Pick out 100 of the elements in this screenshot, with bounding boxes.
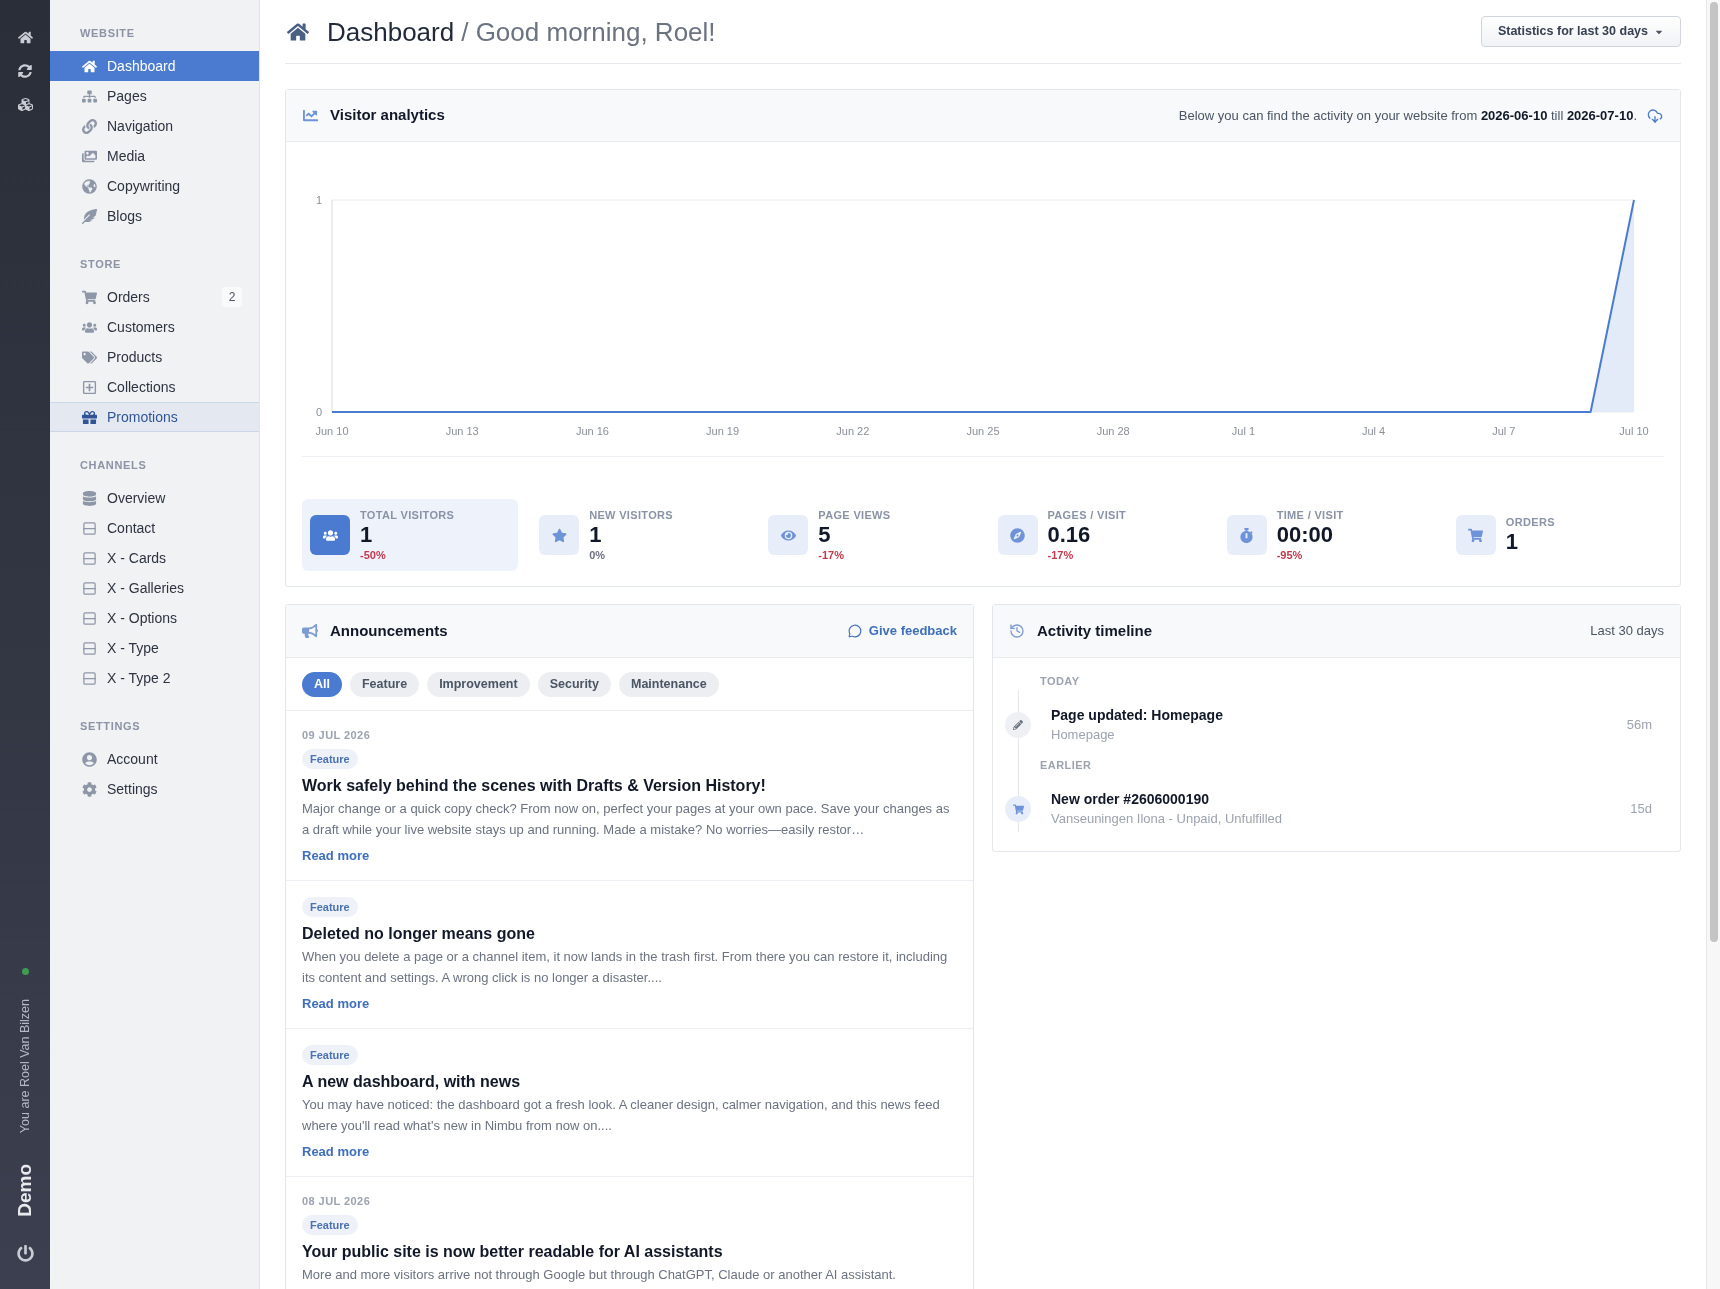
cart-icon (1455, 515, 1496, 555)
category-tag: Feature (302, 1215, 358, 1235)
sidebar-item[interactable]: X - Galleries (50, 573, 259, 603)
post-title: Deleted no longer means gone (302, 924, 536, 944)
section-heading: WEBSITE (79, 26, 136, 41)
activity-title: Page updated: Homepage (1051, 706, 1223, 725)
images-icon (82, 148, 97, 164)
greeting-text: / Good morning, Roel! (461, 15, 716, 48)
sidebar-item[interactable]: X - Cards (50, 543, 259, 573)
filter-chip[interactable]: Maintenance (619, 671, 719, 697)
panel-icon (82, 550, 97, 566)
feather-icon (82, 208, 97, 224)
x-axis-label: Jul 7 (1492, 425, 1516, 437)
sidebar-item[interactable]: Collections (50, 372, 259, 402)
x-axis-label: Jun 25 (966, 425, 1000, 437)
range-text: Last 30 days (1590, 622, 1664, 641)
sidebar-item[interactable]: Settings (50, 774, 259, 804)
stat-change: -17% (1047, 548, 1075, 562)
line-chart-icon (303, 108, 318, 123)
megaphone-icon (302, 623, 318, 639)
post-date: 08 JUL 2026 (302, 1194, 372, 1209)
group-heading: EARLIER (1039, 758, 1093, 773)
activity-detail: Homepage (1051, 726, 1116, 744)
panel-icon (82, 610, 97, 626)
download-icon[interactable] (1647, 107, 1663, 124)
settings-icon (82, 781, 97, 797)
range-dropdown-button[interactable]: Statistics for last 30 days (1480, 16, 1681, 47)
stat-value: 1 (589, 522, 603, 548)
stat-label: ORDERS (1505, 515, 1555, 529)
filter-chip[interactable]: Improvement (427, 671, 530, 697)
feedback-link[interactable]: Give feedback (847, 621, 957, 641)
section-heading: STORE (79, 257, 122, 272)
sidebar-item[interactable]: Products (50, 342, 259, 372)
panel-icon (82, 520, 97, 536)
post-body: You may have noticed: the dashboard got a fresh look. A cleaner design, calmer navigation, and this news feed where you'll read what's new in Nimbu from now on.... (302, 1096, 941, 1135)
sidebar-item[interactable]: X - Type (50, 633, 259, 663)
sitemap-icon (82, 88, 97, 104)
read-more-link[interactable]: Read more (302, 994, 370, 1014)
sidebar-item[interactable]: Pages (50, 81, 259, 111)
stat-change: -50% (360, 548, 387, 562)
page-title: Dashboard (327, 15, 455, 48)
count-badge: 2 (222, 287, 242, 307)
stat-label: TOTAL VISITORS (360, 508, 455, 522)
section-heading: SETTINGS (79, 719, 142, 734)
sidebar-item[interactable]: Blogs (50, 201, 259, 231)
card-title: Announcements (330, 620, 448, 641)
stat-label: PAGE VIEWS (818, 508, 891, 522)
panel-icon (82, 580, 97, 596)
stat-label: NEW VISITORS (589, 508, 673, 522)
link-icon (82, 118, 97, 134)
cart-icon (82, 289, 97, 305)
stat-label: TIME / VISIT (1276, 508, 1344, 522)
post-body: When you delete a page or a channel item, it now lands in the trash first. From there you can restore it, including its content and settings. A wrong click is no longer a disaster.... (302, 948, 949, 987)
post-title: A new dashboard, with news (302, 1072, 522, 1092)
read-more-link[interactable]: Read more (302, 1142, 370, 1162)
sidebar-item[interactable]: Overview (50, 483, 259, 513)
panel-icon (82, 670, 97, 686)
sidebar-item[interactable]: Navigation (50, 111, 259, 141)
read-more-link[interactable]: Read more (302, 846, 370, 866)
stat-value: 1 (360, 522, 374, 548)
stat-value: 1 (1505, 529, 1520, 555)
sidebar-item[interactable]: Customers (50, 312, 259, 342)
panel-icon (82, 640, 97, 656)
home-icon[interactable] (17, 30, 33, 45)
eye-icon (768, 515, 809, 555)
sidebar-item[interactable]: Orders 2 (50, 282, 259, 312)
sidebar-item[interactable]: X - Type 2 (50, 663, 259, 693)
card-title: Visitor analytics (330, 105, 445, 126)
sidebar-item[interactable]: Media (50, 141, 259, 171)
sidebar-item[interactable]: Promotions (50, 402, 259, 432)
stat-change: -17% (818, 548, 845, 562)
date-range-note: Below you can find the activity on your website from 2026-06-10 till 2026-07-10. (1178, 106, 1637, 125)
sidebar-item[interactable]: Copywriting (50, 171, 259, 201)
sidebar-item[interactable]: X - Options (50, 603, 259, 633)
cubes-icon[interactable] (17, 97, 33, 112)
filter-chip[interactable]: All (302, 671, 342, 697)
sidebar-item[interactable]: Dashboard (50, 51, 259, 81)
x-axis-label: Jun 10 (315, 425, 349, 437)
power-icon[interactable] (16, 1245, 34, 1262)
category-tag: Feature (302, 1045, 358, 1065)
users-icon (82, 319, 97, 335)
filter-chip[interactable]: Feature (350, 671, 420, 697)
stat-label: PAGES / VISIT (1047, 508, 1127, 522)
users-icon (310, 515, 350, 555)
filter-chip[interactable]: Security (537, 671, 611, 697)
x-axis-label: Jul 4 (1361, 425, 1386, 437)
activity-detail: Vanseuningen Ilona - Unpaid, Unfulfilled (1051, 810, 1283, 828)
sidebar-item[interactable]: Account (50, 744, 259, 774)
stat-value: 0.16 (1047, 522, 1092, 548)
category-tag: Feature (302, 749, 358, 769)
x-axis-label: Jun 28 (1096, 425, 1130, 437)
stat-change: 0% (589, 548, 607, 562)
user-label: You are Roel Van Bilzen (17, 999, 33, 1134)
cart-icon (1005, 796, 1031, 822)
sidebar-item[interactable]: Contact (50, 513, 259, 543)
section-heading: CHANNELS (79, 458, 148, 473)
x-axis-label: Jul 1 (1231, 425, 1256, 437)
post-title: Work safely behind the scenes with Drafts & Version History! (302, 776, 767, 796)
speech-bubble-icon (847, 624, 862, 638)
refresh-icon[interactable] (18, 64, 32, 78)
